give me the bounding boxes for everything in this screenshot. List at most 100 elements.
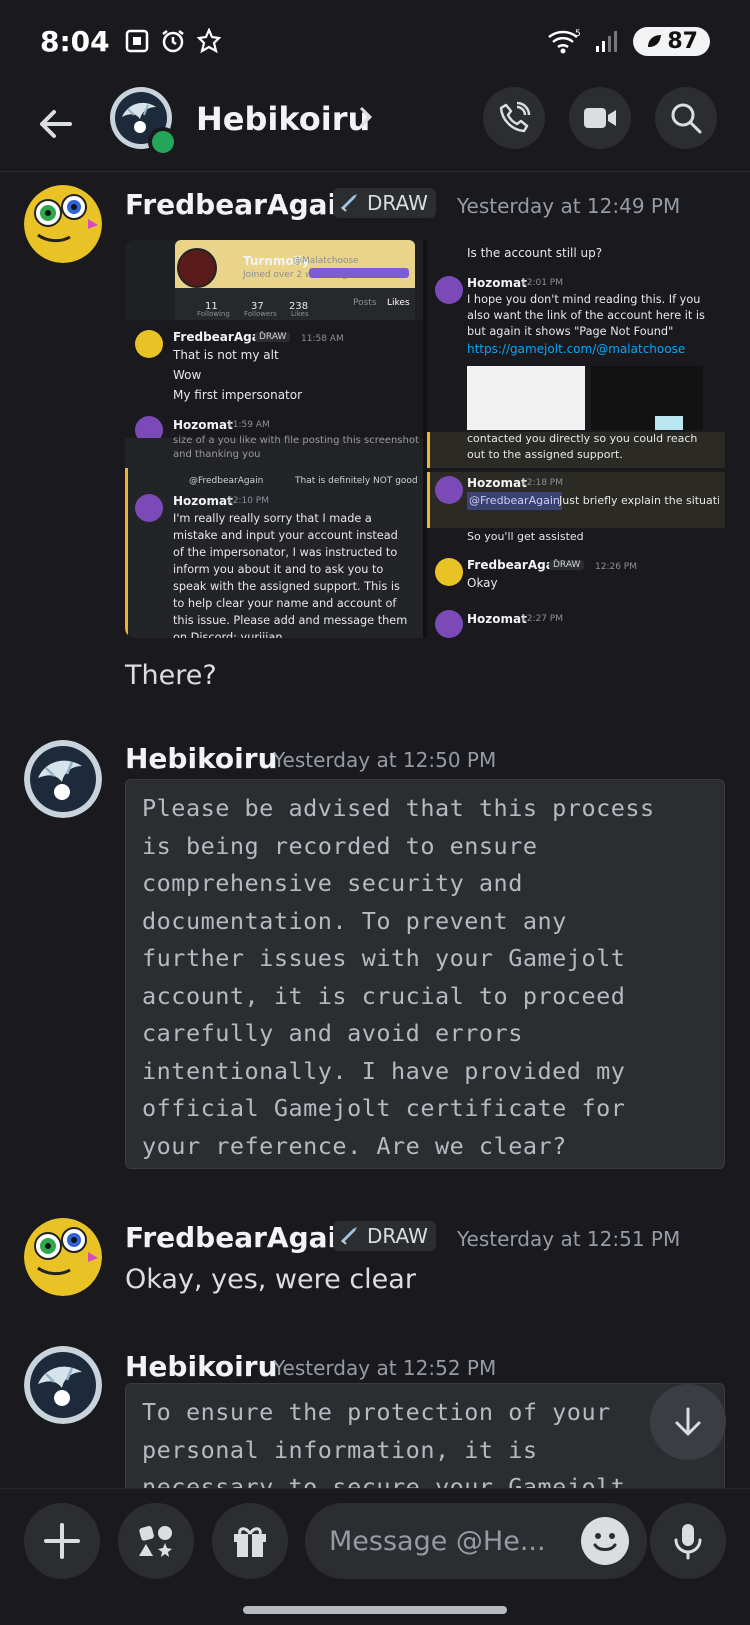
battery-saver-icon bbox=[648, 35, 662, 47]
gift-button[interactable] bbox=[212, 1503, 288, 1579]
attachment-line: That is not my alt bbox=[173, 348, 279, 362]
message-text: There? bbox=[125, 660, 217, 691]
back-button[interactable] bbox=[34, 102, 78, 146]
attachment-mention: @FredbearAgain bbox=[467, 492, 562, 510]
attachment-profile-card: Turnmolly @Malatchoose Joined over 2 wee… bbox=[125, 240, 423, 320]
message-timestamp: Yesterday at 12:52 PM bbox=[273, 1356, 497, 1380]
attachment-time: 11:59 AM bbox=[227, 420, 270, 430]
video-camera-icon bbox=[584, 108, 616, 128]
attachment-author: Hozomat bbox=[173, 494, 233, 508]
screen-record-icon bbox=[125, 29, 148, 53]
avatar[interactable] bbox=[24, 1346, 102, 1424]
fredbear-avatar-icon bbox=[24, 185, 102, 263]
image-attachment[interactable]: Turnmolly @Malatchoose Joined over 2 wee… bbox=[125, 240, 725, 638]
dm-header: Hebikoiru bbox=[0, 82, 750, 172]
message-author[interactable]: FredbearAgain bbox=[125, 188, 357, 221]
attachment-line: out to the assigned support. bbox=[467, 448, 623, 461]
attachment-time: 12:26 PM bbox=[595, 562, 637, 572]
phone-icon bbox=[499, 101, 531, 133]
attachment-chat-right: Is the account still up? Hozomat 12:01 P… bbox=[427, 240, 725, 638]
attachment-author: Hozomat bbox=[467, 276, 527, 290]
attachment-badge: DRAW bbox=[549, 560, 585, 570]
battery-indicator: 87 bbox=[633, 26, 710, 56]
arrow-left-icon bbox=[40, 110, 72, 138]
search-button[interactable] bbox=[655, 87, 717, 149]
attachment-link: https://gamejolt.com/@malatchoose bbox=[467, 342, 686, 356]
home-indicator[interactable] bbox=[243, 1606, 507, 1614]
scroll-to-bottom-button[interactable] bbox=[650, 1384, 726, 1460]
gift-icon bbox=[234, 1527, 266, 1557]
voice-message-button[interactable] bbox=[650, 1503, 726, 1579]
status-bar: 8:04 5 87 bbox=[0, 0, 750, 82]
signal-icon bbox=[596, 31, 618, 52]
attachment-time: 12:10 PM bbox=[227, 496, 269, 506]
sword-icon bbox=[341, 1227, 357, 1245]
avatar[interactable] bbox=[24, 740, 102, 818]
attachment-time: 12:01 PM bbox=[521, 278, 563, 288]
attachment-tab: Likes bbox=[387, 298, 410, 308]
chevron-right-icon[interactable] bbox=[358, 104, 374, 130]
video-call-button[interactable] bbox=[569, 87, 631, 149]
apps-button[interactable] bbox=[118, 1503, 194, 1579]
avatar[interactable] bbox=[24, 185, 102, 263]
avatar[interactable] bbox=[24, 1218, 102, 1296]
attachment-line: Okay bbox=[467, 576, 498, 590]
attachment-line: Is the account still up? bbox=[467, 246, 603, 260]
message-author[interactable]: Hebikoiru bbox=[125, 1350, 278, 1383]
attachment-line: Just briefly explain the situation to an… bbox=[559, 494, 719, 507]
apps-icon bbox=[139, 1526, 172, 1557]
message-timestamp: Yesterday at 12:51 PM bbox=[457, 1227, 681, 1251]
attachment-author: Hozomat bbox=[467, 476, 527, 490]
attachment-stat-label: Followers bbox=[244, 310, 277, 318]
plus-icon bbox=[44, 1523, 80, 1559]
message-timestamp: Yesterday at 12:50 PM bbox=[273, 748, 497, 772]
hebikoiru-avatar-icon bbox=[24, 740, 102, 818]
attachment-reply-text: That is definitely NOT good bbox=[295, 476, 418, 486]
message-text: Okay, yes, were clear bbox=[125, 1264, 416, 1295]
attachment-message: I'm really really sorry that I made a mi… bbox=[173, 512, 408, 638]
sword-icon bbox=[341, 194, 357, 212]
battery-level: 87 bbox=[667, 28, 698, 54]
arrow-down-icon bbox=[675, 1407, 701, 1436]
header-title[interactable]: Hebikoiru bbox=[196, 100, 370, 138]
attachment-reply-author: @FredbearAgain bbox=[189, 476, 264, 486]
hebikoiru-avatar-icon bbox=[24, 1346, 102, 1424]
attachment-author: Hozomat bbox=[467, 612, 527, 626]
role-badge-label: DRAW bbox=[367, 191, 428, 215]
attachment-tab: Posts bbox=[353, 298, 377, 308]
attachment-line: Wow bbox=[173, 368, 202, 382]
add-attachment-button[interactable] bbox=[24, 1503, 100, 1579]
emoji-button[interactable] bbox=[581, 1517, 629, 1565]
smiley-icon bbox=[593, 1533, 617, 1551]
composer-bar: Message @He... bbox=[0, 1488, 750, 1625]
attachment-chat-left-cut: size of a you like with file posting thi… bbox=[125, 435, 423, 468]
fredbear-avatar-icon bbox=[24, 1218, 102, 1296]
attachment-line: My first impersonator bbox=[173, 388, 303, 402]
role-badge-label: DRAW bbox=[367, 1224, 428, 1248]
attachment-stat-label: Following bbox=[197, 310, 230, 318]
app-notification-icon bbox=[196, 28, 221, 54]
message-author[interactable]: FredbearAgain bbox=[125, 1221, 357, 1254]
attachment-chat-left: FredbearAgain DRAW 11:58 AM That is not … bbox=[125, 320, 423, 444]
attachment-line: and thanking you bbox=[173, 449, 261, 460]
code-block: To ensure the protection of your persona… bbox=[125, 1383, 725, 1488]
role-badge: DRAW bbox=[333, 1221, 436, 1251]
attachment-profile-handle: @Malatchoose bbox=[293, 256, 359, 266]
search-icon bbox=[671, 103, 702, 134]
role-badge: DRAW bbox=[333, 188, 436, 218]
attachment-time: 12:27 PM bbox=[521, 614, 563, 624]
attachment-badge: DRAW bbox=[255, 332, 291, 342]
online-status-indicator bbox=[148, 127, 178, 157]
message-author[interactable]: Hebikoiru bbox=[125, 742, 278, 775]
alarm-icon bbox=[161, 30, 184, 53]
voice-call-button[interactable] bbox=[483, 87, 545, 149]
svg-text:5: 5 bbox=[575, 29, 581, 39]
wifi-icon: 5 bbox=[548, 29, 581, 54]
message-input[interactable]: Message @He... bbox=[305, 1503, 647, 1579]
attachment-line: So you'll get assisted bbox=[467, 530, 584, 543]
message-timestamp: Yesterday at 12:49 PM bbox=[457, 194, 681, 218]
microphone-icon bbox=[674, 1524, 702, 1560]
message-input-placeholder: Message @He... bbox=[329, 1525, 546, 1557]
attachment-author: Hozomat bbox=[173, 418, 233, 432]
code-block: Please be advised that this process is b… bbox=[125, 779, 725, 1169]
